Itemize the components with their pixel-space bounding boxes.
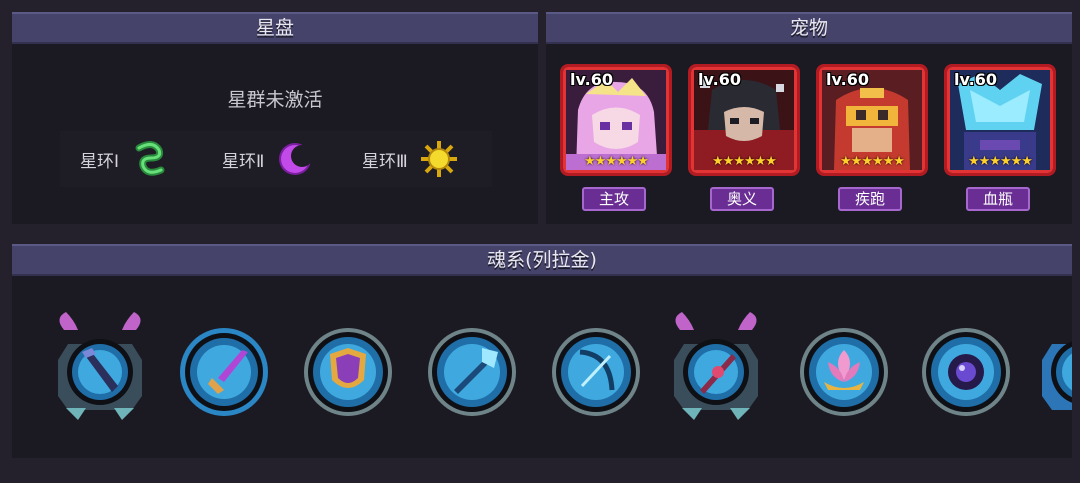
pet-1-role-badge: 主攻 bbox=[582, 187, 646, 211]
dark-sword-skill-icon bbox=[58, 312, 142, 420]
soul-skill-2[interactable] bbox=[168, 290, 280, 448]
soul-skill-8[interactable] bbox=[910, 290, 1022, 448]
pet-3-role-badge: 疾跑 bbox=[838, 187, 902, 211]
pet-3-level: lv.60 bbox=[826, 70, 869, 89]
pet-2-role-badge: 奥义 bbox=[710, 187, 774, 211]
purple-dagger-skill-icon bbox=[180, 328, 268, 416]
pet-2-stars: ★★★★★★ bbox=[712, 154, 777, 169]
blue-bow-skill-icon bbox=[552, 328, 640, 416]
pet-2-level: lv.60 bbox=[698, 70, 741, 89]
crimson-blade-skill-icon bbox=[674, 312, 758, 420]
crystal-staff-skill-icon bbox=[428, 328, 516, 416]
pet-card-1[interactable]: lv.60 ★★★★★★ 主攻 bbox=[560, 64, 672, 211]
golden-shield-skill-icon bbox=[304, 328, 392, 416]
star-ring-1-label: 星环Ⅰ bbox=[80, 151, 120, 172]
pet-2-portrait-frame[interactable]: lv.60 ★★★★★★ bbox=[688, 64, 800, 176]
pet-4-stars: ★★★★★★ bbox=[968, 154, 1033, 169]
star-ring-2-label: 星环Ⅱ bbox=[222, 151, 265, 172]
pink-lotus-skill-icon bbox=[800, 328, 888, 416]
dark-orb-skill-icon bbox=[922, 328, 1010, 416]
pet-1-portrait-frame[interactable]: lv.60 ★★★★★★ bbox=[560, 64, 672, 176]
star-ring-3[interactable]: 星环Ⅲ bbox=[362, 131, 460, 187]
soul-skill-6[interactable] bbox=[660, 290, 772, 448]
soul-skill-4[interactable] bbox=[416, 290, 528, 448]
yellow-sun-ring-icon bbox=[420, 141, 457, 177]
pet-3-stars: ★★★★★★ bbox=[840, 154, 905, 169]
soul-skill-9[interactable] bbox=[1028, 290, 1072, 448]
green-swirl-ring-icon bbox=[135, 141, 165, 176]
pets-header: 宠物 bbox=[546, 12, 1072, 44]
star-disk-header: 星盘 bbox=[12, 12, 538, 44]
pet-3-portrait-frame[interactable]: lv.60 ★★★★★★ bbox=[816, 64, 928, 176]
pet-4-level: lv.60 bbox=[954, 70, 997, 89]
star-ring-row: 星环Ⅰ 星环Ⅱ 星环Ⅲ bbox=[60, 131, 492, 187]
blue-crest-skill-icon bbox=[1042, 341, 1072, 410]
pet-card-2[interactable]: lv.60 ★★★★★★ 奥义 bbox=[688, 64, 800, 211]
star-ring-2[interactable]: 星环Ⅱ bbox=[222, 131, 316, 187]
soul-skill-7[interactable] bbox=[788, 290, 900, 448]
soul-skill-5[interactable] bbox=[540, 290, 652, 448]
pet-1-stars: ★★★★★★ bbox=[584, 154, 649, 169]
star-ring-3-label: 星环Ⅲ bbox=[362, 151, 408, 172]
pet-4-portrait-frame[interactable]: lv.60 ★★★★★★ bbox=[944, 64, 1056, 176]
pet-4-role-badge: 血瓶 bbox=[966, 187, 1030, 211]
purple-crescent-ring-icon bbox=[279, 143, 314, 175]
soul-skill-1[interactable] bbox=[44, 290, 156, 448]
pet-card-4[interactable]: lv.60 ★★★★★★ 血瓶 bbox=[944, 64, 1056, 211]
soul-skill-3[interactable] bbox=[292, 290, 404, 448]
pet-card-3[interactable]: lv.60 ★★★★★★ 疾跑 bbox=[816, 64, 928, 211]
pet-1-level: lv.60 bbox=[570, 70, 613, 89]
star-ring-1[interactable]: 星环Ⅰ bbox=[80, 131, 171, 187]
star-cluster-status: 星群未激活 bbox=[227, 89, 323, 111]
soul-skill-row bbox=[14, 290, 1072, 448]
soul-header: 魂系(列拉金) bbox=[12, 244, 1072, 276]
